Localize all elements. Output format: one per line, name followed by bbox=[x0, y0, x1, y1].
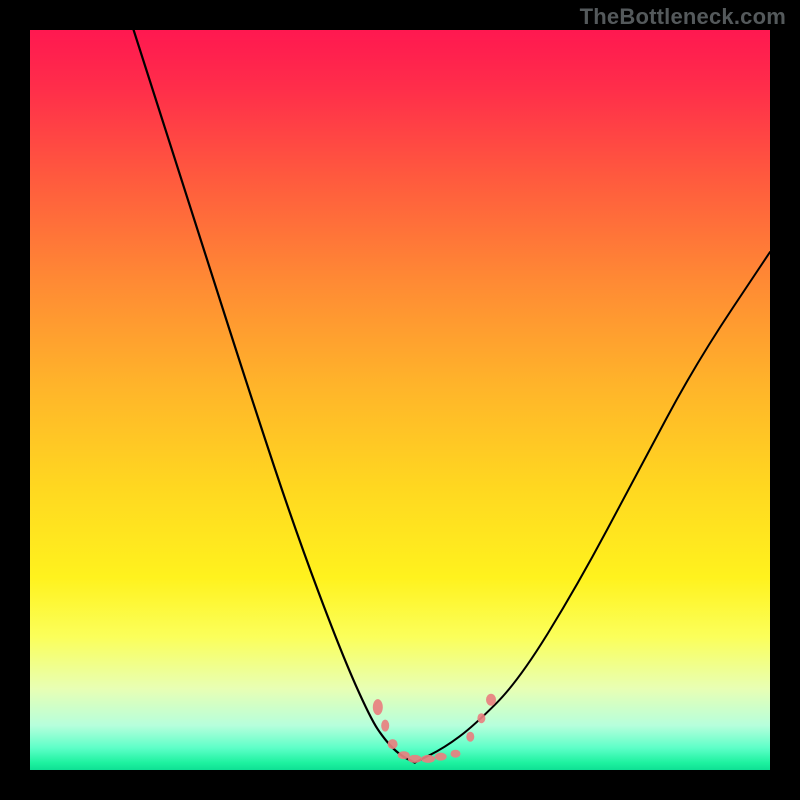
data-marker bbox=[486, 694, 496, 706]
curve-left bbox=[134, 30, 415, 763]
data-marker bbox=[466, 732, 474, 742]
data-marker bbox=[408, 755, 422, 763]
data-marker bbox=[388, 739, 398, 749]
data-marker bbox=[381, 720, 389, 732]
data-marker bbox=[477, 713, 485, 723]
watermark-text: TheBottleneck.com bbox=[580, 4, 786, 30]
plot-area bbox=[30, 30, 770, 770]
curve-right bbox=[415, 252, 770, 763]
data-marker bbox=[421, 755, 435, 763]
chart-container: TheBottleneck.com bbox=[0, 0, 800, 800]
data-marker bbox=[373, 699, 383, 715]
data-marker bbox=[435, 753, 447, 761]
curves-layer bbox=[30, 30, 770, 770]
data-marker bbox=[451, 750, 461, 758]
data-marker bbox=[398, 751, 410, 759]
